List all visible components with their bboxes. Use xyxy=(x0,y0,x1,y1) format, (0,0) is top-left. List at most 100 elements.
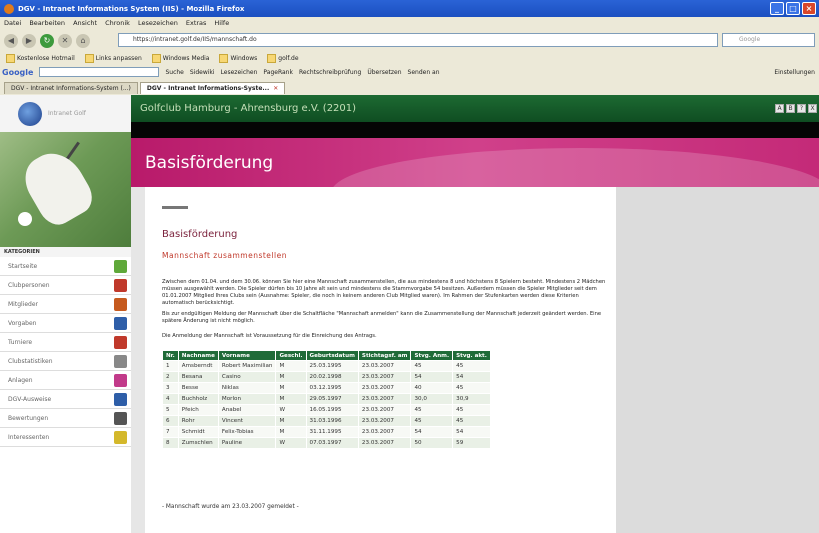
reload-icon[interactable]: ↻ xyxy=(40,34,54,48)
google-tool-pagerank[interactable]: PageRank xyxy=(263,69,293,76)
sidebar-item[interactable]: Mitglieder xyxy=(0,295,131,314)
sidebar-nav: Startseite Clubpersonen Mitglieder Vorgaben… xyxy=(0,257,131,447)
close-tab-icon[interactable]: ✕ xyxy=(273,85,278,92)
close-button[interactable]: × xyxy=(802,2,816,15)
content-title: Basisförderung xyxy=(162,229,238,240)
table-row[interactable]: 8 Zumschlen Pauline W 07.03.1997 23.03.2007 50… xyxy=(162,437,491,449)
menu-bar: Datei Bearbeiten Ansicht Chronik Lesezei… xyxy=(0,17,819,29)
table-cell: 8 xyxy=(162,437,179,449)
tab-iis-1[interactable]: DGV - Intranet Informations-System (...) xyxy=(4,82,138,94)
table-cell: 45 xyxy=(452,415,491,427)
bookmark-item[interactable]: Kostenlose Hotmail xyxy=(6,54,75,63)
table-cell: Zumschlen xyxy=(177,437,219,449)
sidebar-item[interactable]: Anlagen xyxy=(0,371,131,390)
bookmark-item[interactable]: Windows xyxy=(219,54,257,63)
header-band xyxy=(131,122,819,138)
bookmark-item[interactable]: Windows Media xyxy=(152,54,210,63)
sidebar-item-icon xyxy=(114,259,127,273)
sidebar-item[interactable]: DGV-Ausweise xyxy=(0,390,131,409)
right-panel xyxy=(616,187,819,533)
sidebar-item-label: Anlagen xyxy=(8,376,33,384)
column-header[interactable]: Nr. xyxy=(162,350,179,361)
table-row[interactable]: 2 Besana Casino M 20.02.1998 23.03.2007 54 54 xyxy=(162,371,491,383)
logout-icon[interactable]: X xyxy=(808,104,817,113)
menu-item-ansicht[interactable]: Ansicht xyxy=(73,19,97,27)
minimize-button[interactable]: _ xyxy=(770,2,784,15)
sidebar-item-label: Clubstatistiken xyxy=(8,357,53,365)
table-row[interactable]: 3 Besse Niklas M 03.12.1995 23.03.2007 40 45 xyxy=(162,382,491,394)
table-cell: 45 xyxy=(410,415,454,427)
logo-text: Intranet Golf xyxy=(48,110,86,117)
table-cell: 23.03.2007 xyxy=(357,371,412,383)
info-paragraph-2: Bis zur endgültigen Meldung der Mannscha… xyxy=(162,311,602,324)
header-icon-a[interactable]: A xyxy=(775,104,784,113)
sidebar-item-icon xyxy=(114,373,127,387)
table-cell: M xyxy=(275,393,307,405)
column-header[interactable]: Geburtsdatum xyxy=(305,350,359,361)
help-icon[interactable]: ? xyxy=(797,104,806,113)
table-cell: 6 xyxy=(162,415,179,427)
sidebar-item[interactable]: Vorgaben xyxy=(0,314,131,333)
sidebar-item-label: Clubpersonen xyxy=(8,281,50,289)
table-cell: 45 xyxy=(410,404,454,416)
column-header[interactable]: Nachname xyxy=(177,350,219,361)
table-row[interactable]: 6 Rohr Vincent M 31.03.1996 23.03.2007 45 45 xyxy=(162,415,491,427)
address-bar[interactable]: https://intranet.golf.de/IIS/mannschaft.… xyxy=(118,33,718,47)
maximize-button[interactable]: □ xyxy=(786,2,800,15)
back-icon[interactable]: ◀ xyxy=(4,34,18,48)
column-header[interactable]: Stichtagsf. am xyxy=(357,350,412,361)
table-cell: Buchholz xyxy=(177,393,219,405)
sidebar-item-icon xyxy=(114,354,127,368)
google-tool-search[interactable]: Suche xyxy=(165,69,183,76)
forward-icon[interactable]: ▶ xyxy=(22,34,36,48)
table-row[interactable]: 5 Pfeich Anabel W 16.05.1995 23.03.2007 45 45 xyxy=(162,404,491,416)
bookmark-item[interactable]: golf.de xyxy=(267,54,298,63)
sidebar-item[interactable]: Bewertungen xyxy=(0,409,131,428)
table-row[interactable]: 4 Buchholz Morlon M 29.05.1997 23.03.2007 30,0… xyxy=(162,393,491,405)
header-icon-b[interactable]: B xyxy=(786,104,795,113)
sidebar-item[interactable]: Turniere xyxy=(0,333,131,352)
menu-item-lesezeichen[interactable]: Lesezeichen xyxy=(138,19,178,27)
window-title: DGV - Intranet Informations System (IIS)… xyxy=(18,4,245,13)
menu-item-chronik[interactable]: Chronik xyxy=(105,19,130,27)
table-cell: M xyxy=(275,360,307,372)
column-header[interactable]: Geschl. xyxy=(275,350,307,361)
table-cell: 3 xyxy=(162,382,179,394)
column-header[interactable]: Stvg. akt. xyxy=(452,350,491,361)
sidebar-item[interactable]: Startseite xyxy=(0,257,131,276)
home-icon[interactable]: ⌂ xyxy=(76,34,90,48)
sidebar-item[interactable]: Interessenten xyxy=(0,428,131,447)
sidebar-item-icon xyxy=(114,392,127,406)
menu-item-extras[interactable]: Extras xyxy=(186,19,207,27)
registration-note: - Mannschaft wurde am 23.03.2007 gemelde… xyxy=(162,504,299,510)
google-tool-spellcheck[interactable]: Rechtschreibprüfung xyxy=(299,69,361,76)
info-paragraph-1: Zwischen dem 01.04. und dem 30.06. könne… xyxy=(162,279,606,306)
table-cell: Schmidt xyxy=(177,426,219,438)
table-row[interactable]: 7 Schmidt Felix-Tobias M 31.11.1995 23.03.200… xyxy=(162,426,491,438)
stop-icon[interactable]: ✕ xyxy=(58,34,72,48)
sidebar-item[interactable]: Clubstatistiken xyxy=(0,352,131,371)
menu-item-hilfe[interactable]: Hilfe xyxy=(214,19,229,27)
table-cell: Anabel xyxy=(217,404,277,416)
main-content: Basisförderung Mannschaft zusammenstelle… xyxy=(145,187,616,533)
google-tool-sidewiki[interactable]: Sidewiki xyxy=(190,69,215,76)
google-tool-bookmarks[interactable]: Lesezeichen xyxy=(221,69,258,76)
google-tool-translate[interactable]: Übersetzen xyxy=(367,69,401,76)
table-cell: 29.05.1997 xyxy=(305,393,359,405)
table-row[interactable]: 1 Amsberndt Robert Maximilian M 25.03.1995 23… xyxy=(162,360,491,372)
google-tool-send[interactable]: Senden an xyxy=(408,69,440,76)
table-cell: 16.05.1995 xyxy=(305,404,359,416)
search-input[interactable]: Google xyxy=(722,33,815,47)
sidebar-item[interactable]: Clubpersonen xyxy=(0,276,131,295)
tab-iis-2[interactable]: DGV - Intranet Informations-Syste... ✕ xyxy=(139,82,286,94)
menu-item-bearbeiten[interactable]: Bearbeiten xyxy=(29,19,65,27)
bookmark-item[interactable]: Links anpassen xyxy=(85,54,142,63)
settings-link[interactable]: Einstellungen xyxy=(774,69,819,76)
column-header[interactable]: Vorname xyxy=(217,350,277,361)
table-cell: 45 xyxy=(452,404,491,416)
google-search-input[interactable] xyxy=(39,67,160,77)
table-cell: 50 xyxy=(410,437,454,449)
table-cell: 23.03.2007 xyxy=(357,437,412,449)
column-header[interactable]: Stvg. Anm. xyxy=(410,350,454,361)
menu-item-datei[interactable]: Datei xyxy=(4,19,21,27)
